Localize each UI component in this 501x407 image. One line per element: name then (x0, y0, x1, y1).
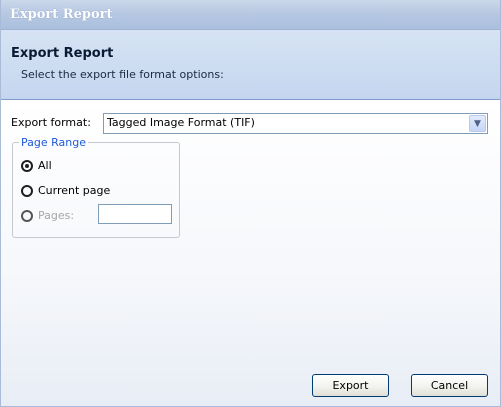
radio-current-page[interactable]: Current page (21, 184, 110, 197)
export-format-value: Tagged Image Format (TIF) (107, 116, 255, 129)
dialog-body: Export format: Tagged Image Format (TIF)… (1, 101, 500, 406)
radio-pages: Pages: (21, 209, 74, 222)
title-bar[interactable]: Export Report (1, 0, 500, 30)
header-title: Export Report (11, 46, 114, 61)
radio-all-indicator[interactable] (21, 159, 33, 172)
radio-all[interactable]: All (21, 159, 52, 172)
radio-all-label: All (38, 159, 52, 172)
cancel-button[interactable]: Cancel (411, 374, 488, 397)
chevron-down-icon[interactable]: ▼ (469, 115, 486, 132)
dialog-header: Export Report Select the export file for… (1, 30, 500, 100)
radio-current-page-indicator[interactable] (21, 184, 33, 197)
export-format-label: Export format: (11, 116, 91, 129)
radio-pages-indicator (21, 209, 33, 222)
export-format-select[interactable]: Tagged Image Format (TIF) ▼ (103, 113, 488, 134)
window-title: Export Report (10, 7, 113, 22)
pages-input[interactable] (98, 204, 172, 224)
page-range-legend: Page Range (21, 136, 86, 149)
header-subtitle: Select the export file format options: (21, 68, 224, 81)
radio-pages-label: Pages: (38, 209, 75, 222)
export-button[interactable]: Export (312, 374, 389, 397)
export-report-dialog: Export Report Export Report Select the e… (0, 0, 501, 407)
radio-current-page-label: Current page (38, 184, 111, 197)
